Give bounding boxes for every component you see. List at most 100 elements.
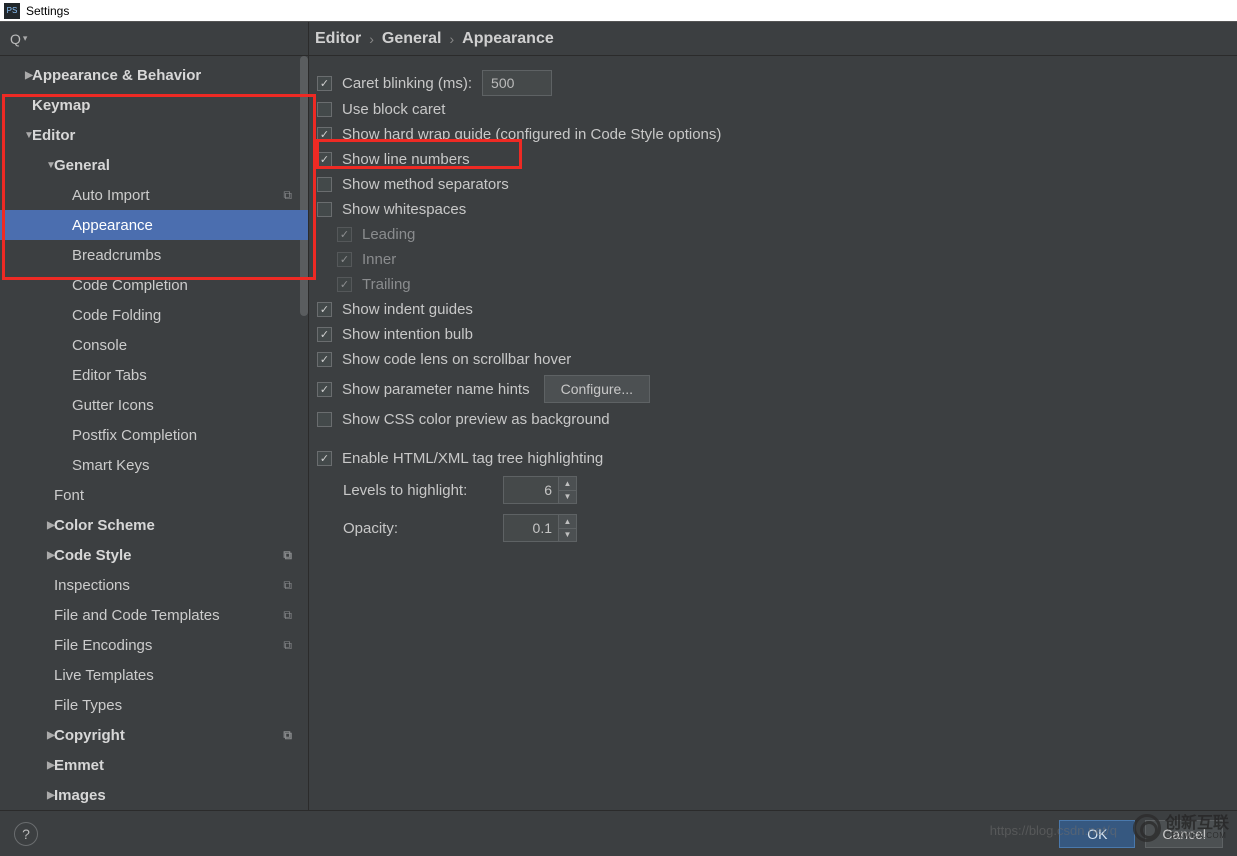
breadcrumb: Editor › General › Appearance: [309, 22, 1237, 56]
app-icon: PS: [4, 3, 20, 19]
sidebar-item-gutter-icons[interactable]: Gutter Icons: [0, 390, 308, 420]
title-bar: PS Settings: [0, 0, 1237, 22]
watermark-url: https://blog.csdn.net/q: [990, 823, 1117, 838]
sidebar-item-inspections[interactable]: Inspections⧉: [0, 570, 308, 600]
spin-down-icon[interactable]: ▼: [559, 491, 576, 504]
opt-show-css-color: Show CSS color preview as background: [317, 407, 1229, 431]
lbl-ws-trailing: Trailing: [362, 276, 411, 293]
sidebar-item-label: Color Scheme: [54, 517, 155, 534]
chk-use-block-caret[interactable]: [317, 102, 332, 117]
sidebar-item-code-folding[interactable]: Code Folding: [0, 300, 308, 330]
spin-down-icon[interactable]: ▼: [559, 529, 576, 542]
chk-enable-tag-tree[interactable]: [317, 451, 332, 466]
lbl-ws-inner: Inner: [362, 251, 396, 268]
chk-ws-trailing: [337, 277, 352, 292]
sidebar-item-postfix-completion[interactable]: Postfix Completion: [0, 420, 308, 450]
chk-show-line-numbers[interactable]: [317, 152, 332, 167]
sidebar-item-file-encodings[interactable]: File Encodings ⧉: [0, 630, 308, 660]
breadcrumb-3[interactable]: Appearance: [462, 30, 554, 48]
sidebar-item-editor[interactable]: ▼Editor: [0, 120, 308, 150]
lbl-caret-blinking: Caret blinking (ms):: [342, 75, 472, 92]
sidebar-item-label: Auto Import: [72, 187, 150, 204]
chk-show-code-lens[interactable]: [317, 352, 332, 367]
sidebar-search[interactable]: Q ▾: [0, 22, 308, 56]
spin-up-icon[interactable]: ▲: [559, 515, 576, 529]
sidebar-item-breadcrumbs[interactable]: Breadcrumbs: [0, 240, 308, 270]
sidebar-item-label: Appearance & Behavior: [32, 67, 201, 84]
chk-show-intention-bulb[interactable]: [317, 327, 332, 342]
input-opacity[interactable]: [504, 515, 558, 541]
sidebar-item-color-scheme[interactable]: ▶Color Scheme: [0, 510, 308, 540]
sidebar-item-copyright[interactable]: ▶Copyright⧉: [0, 720, 308, 750]
help-button[interactable]: ?: [14, 822, 38, 846]
lbl-opacity: Opacity:: [343, 520, 493, 537]
sidebar-item-appearance-behavior[interactable]: ▶Appearance & Behavior: [0, 60, 308, 90]
sidebar-item-label: Appearance: [72, 217, 153, 234]
sidebar-item-editor-tabs[interactable]: Editor Tabs: [0, 360, 308, 390]
sidebar-item-font[interactable]: Font: [0, 480, 308, 510]
spin-up-icon[interactable]: ▲: [559, 477, 576, 491]
lbl-show-code-lens: Show code lens on scrollbar hover: [342, 351, 571, 368]
chk-show-hard-wrap[interactable]: [317, 127, 332, 142]
sidebar-item-smart-keys[interactable]: Smart Keys: [0, 450, 308, 480]
spin-opacity[interactable]: ▲ ▼: [503, 514, 577, 542]
sidebar-item-general[interactable]: ▼General: [0, 150, 308, 180]
lbl-enable-tag-tree: Enable HTML/XML tag tree highlighting: [342, 450, 603, 467]
sidebar-item-keymap[interactable]: Keymap: [0, 90, 308, 120]
watermark-brand-sub: CDXWCX.COM: [1165, 832, 1229, 840]
opt-show-whitespaces: Show whitespaces: [317, 197, 1229, 221]
sidebar-item-label: Font: [54, 487, 84, 504]
spin-levels-highlight[interactable]: ▲ ▼: [503, 476, 577, 504]
sidebar-item-file-types[interactable]: File Types: [0, 690, 308, 720]
sidebar-item-label: Console: [72, 337, 127, 354]
input-caret-blinking[interactable]: [482, 70, 552, 96]
sidebar-item-code-completion[interactable]: Code Completion: [0, 270, 308, 300]
sidebar-item-label: Breadcrumbs: [72, 247, 161, 264]
main-panel: Editor › General › Appearance Caret blin…: [309, 22, 1237, 810]
scope-icon: ⧉: [283, 728, 292, 743]
scope-icon: ⧉: [283, 188, 292, 203]
sidebar-item-label: Code Completion: [72, 277, 188, 294]
opt-enable-tag-tree: Enable HTML/XML tag tree highlighting: [317, 446, 1229, 470]
chk-ws-inner: [337, 252, 352, 267]
chk-show-method-separators[interactable]: [317, 177, 332, 192]
chk-show-css-color[interactable]: [317, 412, 332, 427]
sidebar-item-label: File Types: [54, 697, 122, 714]
sidebar-item-images[interactable]: ▶Images: [0, 780, 308, 810]
chk-ws-leading: [337, 227, 352, 242]
chk-show-param-hints[interactable]: [317, 382, 332, 397]
lbl-show-whitespaces: Show whitespaces: [342, 201, 466, 218]
sidebar-item-label: File Encodings: [54, 637, 152, 654]
lbl-use-block-caret: Use block caret: [342, 101, 445, 118]
lbl-ws-leading: Leading: [362, 226, 415, 243]
watermark-brand: 创新互联: [1165, 816, 1229, 832]
opt-show-hard-wrap: Show hard wrap guide (configured in Code…: [317, 122, 1229, 146]
chevron-right-icon: ▶: [36, 730, 66, 741]
lbl-show-line-numbers: Show line numbers: [342, 151, 470, 168]
scope-icon: ⧉: [283, 638, 292, 653]
chevron-right-icon: ▶: [36, 520, 66, 531]
sidebar-item-code-style[interactable]: ▶Code Style⧉: [0, 540, 308, 570]
scope-icon: ⧉: [283, 608, 292, 623]
opt-show-param-hints: Show parameter name hints Configure...: [317, 375, 1229, 403]
sidebar-item-file-and-code-templates[interactable]: File and Code Templates⧉: [0, 600, 308, 630]
breadcrumb-2[interactable]: General: [382, 30, 442, 48]
sidebar-item-console[interactable]: Console: [0, 330, 308, 360]
content: Caret blinking (ms): Use block caret Sho…: [309, 56, 1237, 551]
opt-levels-highlight: Levels to highlight: ▲ ▼: [317, 476, 1229, 504]
opt-show-intention-bulb: Show intention bulb: [317, 322, 1229, 346]
chk-caret-blinking[interactable]: [317, 76, 332, 91]
sidebar-item-emmet[interactable]: ▶Emmet: [0, 750, 308, 780]
sidebar-item-auto-import[interactable]: Auto Import ⧉: [0, 180, 308, 210]
opt-caret-blinking: Caret blinking (ms):: [317, 70, 1229, 96]
scope-icon: ⧉: [283, 578, 292, 593]
breadcrumb-1[interactable]: Editor: [315, 30, 361, 48]
opt-ws-leading: Leading: [317, 222, 1229, 246]
input-levels-highlight[interactable]: [504, 477, 558, 503]
chk-show-whitespaces[interactable]: [317, 202, 332, 217]
opt-use-block-caret: Use block caret: [317, 97, 1229, 121]
sidebar-item-live-templates[interactable]: Live Templates: [0, 660, 308, 690]
chk-show-indent-guides[interactable]: [317, 302, 332, 317]
sidebar-item-appearance[interactable]: Appearance: [0, 210, 308, 240]
btn-configure-param-hints[interactable]: Configure...: [544, 375, 650, 403]
